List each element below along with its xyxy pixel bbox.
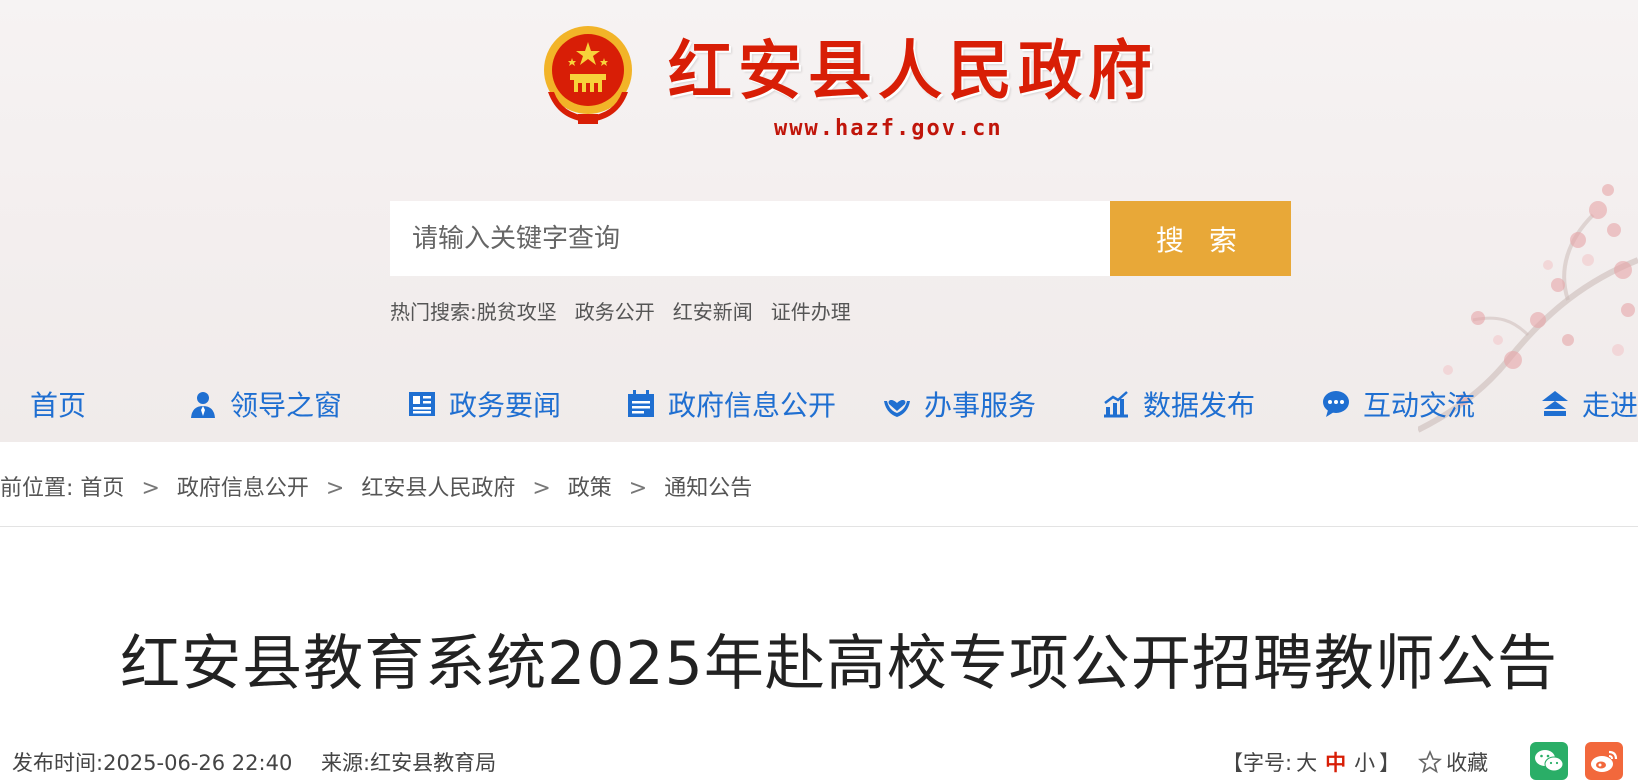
nav-item-label: 领导之窗 — [230, 389, 343, 422]
hot-search-term[interactable]: 证件办理 — [771, 296, 851, 325]
site-header: 红安县人民政府 www.hazf.gov.cn 搜 索 热门搜索: 脱贫攻坚 政… — [0, 0, 1638, 442]
nav-item-about[interactable]: 走进 — [1540, 378, 1638, 430]
hot-search-label: 热门搜索: — [390, 300, 477, 324]
font-size-open: 【字号: — [1222, 751, 1293, 775]
breadcrumb-link[interactable]: 政府信息公开 — [177, 476, 309, 501]
article-meta: 发布时间:2025-06-26 22:40 来源:红安县教育局 — [12, 747, 518, 777]
nav-item-home[interactable]: 首页 — [30, 378, 86, 430]
breadcrumb-separator: > — [532, 476, 551, 501]
publish-time: 2025-06-26 22:40 — [103, 751, 293, 775]
publish-info: 发布时间:2025-06-26 22:40 — [12, 751, 292, 775]
main-nav: 首页 领导之窗 政务要闻 政府信息公开 办事服务 数据发布 互动交流 走进 — [0, 378, 1638, 430]
chat-icon — [1323, 391, 1349, 417]
hot-search-bar: 热门搜索: 脱贫攻坚 政务公开 红安新闻 证件办理 — [390, 296, 869, 325]
hands-heart-icon — [884, 400, 910, 417]
nav-item-label: 互动交流 — [1363, 389, 1476, 422]
breadcrumb: 前位置: 首页 > 政府信息公开 > 红安县人民政府 > 政策 > 通知公告 — [0, 470, 752, 502]
nav-item-interaction[interactable]: 互动交流 — [1321, 378, 1475, 430]
nav-item-label: 数据发布 — [1143, 389, 1256, 422]
font-size-large-button[interactable]: 大 — [1296, 747, 1317, 777]
wechat-share-button[interactable] — [1530, 742, 1568, 780]
weibo-share-button[interactable] — [1585, 742, 1623, 780]
nav-item-label: 走进 — [1582, 389, 1638, 422]
building-icon — [1542, 391, 1568, 416]
article-title: 红安县教育系统2025年赴高校专项公开招聘教师公告 — [120, 629, 1558, 699]
person-icon — [191, 392, 215, 418]
hot-search-term[interactable]: 脱贫攻坚 — [477, 296, 557, 325]
breadcrumb-separator: > — [141, 476, 160, 501]
search-button[interactable]: 搜 索 — [1110, 201, 1291, 276]
nav-item-info-disclosure[interactable]: 政府信息公开 — [626, 378, 836, 430]
font-size-medium-button[interactable]: 中 — [1325, 747, 1346, 777]
publish-label: 发布时间: — [12, 751, 104, 775]
wechat-icon — [1535, 750, 1564, 772]
nav-item-label: 首页 — [30, 389, 87, 422]
breadcrumb-separator: > — [325, 476, 345, 501]
newspaper-icon — [409, 392, 435, 416]
nav-item-news[interactable]: 政务要闻 — [407, 378, 561, 430]
source-value: 红安县教育局 — [370, 751, 497, 775]
breadcrumb-link[interactable]: 首页 — [80, 476, 124, 501]
hot-search-term[interactable]: 红安新闻 — [673, 296, 753, 325]
source-label: 来源: — [321, 751, 371, 775]
nav-item-label: 办事服务 — [924, 389, 1037, 422]
nav-item-label: 政府信息公开 — [668, 389, 837, 422]
site-url: www.hazf.gov.cn — [774, 116, 1003, 141]
source-info: 来源:红安县教育局 — [321, 751, 496, 775]
search-input[interactable] — [390, 201, 1110, 276]
favorite-button[interactable]: 收藏 — [1418, 747, 1488, 777]
article-tools: 【字号: 大 中 小 】 收藏 — [1222, 747, 1488, 777]
breadcrumb-link[interactable]: 红安县人民政府 — [361, 476, 515, 501]
font-size-small-button[interactable]: 小 — [1354, 747, 1375, 777]
favorite-label: 收藏 — [1446, 751, 1489, 775]
nav-item-data[interactable]: 数据发布 — [1101, 378, 1255, 430]
breadcrumb-prefix: 前位置: — [0, 476, 74, 501]
nav-item-label: 政务要闻 — [449, 389, 562, 422]
chart-icon — [1104, 391, 1128, 418]
font-size-close: 】 — [1379, 751, 1401, 775]
nav-item-services[interactable]: 办事服务 — [882, 378, 1036, 430]
nav-item-leaders[interactable]: 领导之窗 — [188, 378, 342, 430]
breadcrumb-separator: > — [628, 476, 648, 501]
breadcrumb-link[interactable]: 通知公告 — [664, 476, 752, 501]
star-icon — [1418, 750, 1443, 774]
site-title: 红安县人民政府 — [668, 34, 1158, 109]
weibo-icon — [1591, 750, 1618, 772]
breadcrumb-link[interactable]: 政策 — [568, 476, 612, 501]
national-emblem-logo — [544, 26, 632, 124]
hot-search-term[interactable]: 政务公开 — [575, 296, 655, 325]
section-divider — [0, 526, 1638, 527]
calendar-icon — [628, 390, 654, 417]
